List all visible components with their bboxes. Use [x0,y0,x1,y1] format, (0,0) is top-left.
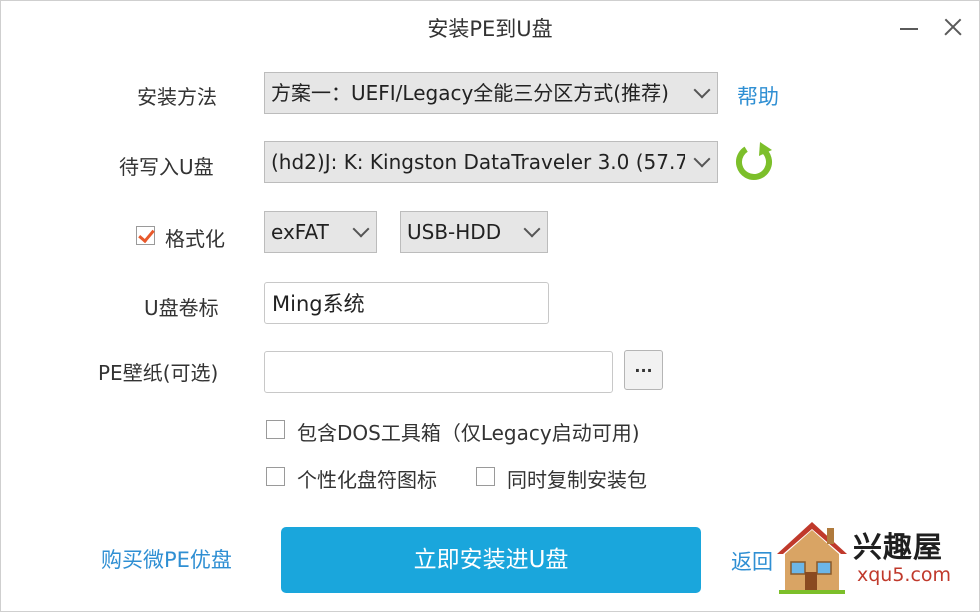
close-button[interactable] [941,14,967,40]
chevron-down-icon [352,220,370,238]
dos-toolbox-checkbox[interactable] [266,420,285,439]
back-link[interactable]: 返回 [731,546,773,576]
wallpaper-path-input[interactable] [264,351,613,393]
dos-toolbox-label: 包含DOS工具箱（仅Legacy启动可用) [297,421,640,445]
window-title: 安装PE到U盘 [427,17,553,41]
volume-label-input[interactable] [264,282,549,324]
filesystem-select[interactable]: exFAT [264,211,377,253]
chevron-down-icon [693,150,711,168]
format-label: 格式化 [165,227,225,251]
install-button[interactable]: 立即安装进U盘 [281,527,701,593]
copy-installer-checkbox[interactable] [476,467,495,486]
target-drive-value: (hd2)J: K: Kingston DataTraveler 3.0 (57… [271,150,685,174]
buy-usb-link[interactable]: 购买微PE优盘 [101,544,232,574]
target-drive-label: 待写入U盘 [119,155,214,179]
boot-mode-value: USB-HDD [407,220,502,244]
format-checkbox[interactable] [136,226,155,245]
house-logo-icon [777,522,847,594]
install-method-value: 方案一：UEFI/Legacy全能三分区方式(推荐) [271,81,669,105]
custom-icon-label: 个性化盘符图标 [297,468,437,492]
watermark-url: xqu5.com [857,564,952,586]
help-link[interactable]: 帮助 [737,81,779,111]
minimize-button[interactable] [897,14,923,40]
boot-mode-select[interactable]: USB-HDD [400,211,548,253]
filesystem-value: exFAT [271,220,329,244]
chevron-down-icon [523,220,541,238]
install-pe-window: 安装PE到U盘 安装方法 方案一：UEFI/Legacy全能三分区方式(推荐) … [0,0,980,612]
install-method-select[interactable]: 方案一：UEFI/Legacy全能三分区方式(推荐) [264,72,718,114]
chevron-down-icon [693,81,711,99]
custom-icon-checkbox[interactable] [266,467,285,486]
volume-label-label: U盘卷标 [144,296,219,320]
browse-button[interactable]: ... [624,350,663,390]
install-method-label: 安装方法 [137,85,217,109]
watermark-name: 兴趣屋 [853,530,944,564]
wallpaper-label: PE壁纸(可选) [98,361,219,385]
target-drive-select[interactable]: (hd2)J: K: Kingston DataTraveler 3.0 (57… [264,141,718,183]
copy-installer-label: 同时复制安装包 [507,468,647,492]
watermark: 兴趣屋 xqu5.com [771,516,980,613]
refresh-icon[interactable] [734,140,774,182]
